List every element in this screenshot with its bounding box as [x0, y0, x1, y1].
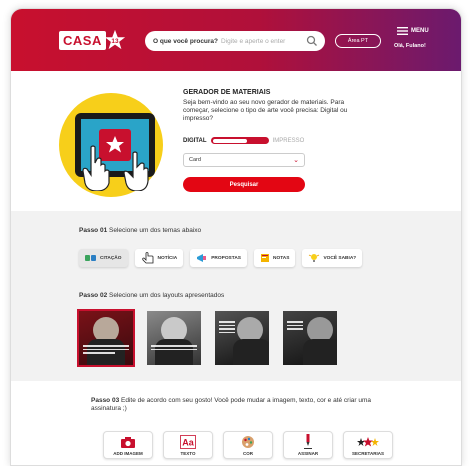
- tool-label: ADD IMAGEM: [113, 450, 143, 456]
- topic-voce-sabia[interactable]: VOCÊ SABIA?: [302, 249, 363, 267]
- hand-icon: [123, 151, 149, 191]
- lightbulb-icon: [309, 254, 320, 262]
- text-icon: Aa: [180, 434, 196, 449]
- search-input[interactable]: Digite e aperte o enter: [221, 38, 285, 45]
- step1-label: Passo 01: [79, 227, 108, 234]
- step2-label: Passo 02: [79, 292, 108, 299]
- format-toggle[interactable]: [210, 137, 269, 144]
- topics-list: CITAÇÃO NOTÍCIA PROPOSTAS NOTAS VOCÊ SAB…: [79, 249, 363, 267]
- camera-icon: [121, 436, 135, 448]
- hand-icon: [82, 145, 110, 191]
- topic-label: NOTÍCIA: [157, 255, 178, 261]
- format-toggle-row: DIGITAL IMPRESSO: [183, 137, 304, 144]
- art-type-select[interactable]: Card ⌄: [183, 153, 305, 167]
- secretarias-button[interactable]: SECRETARIAS: [343, 431, 393, 459]
- add-image-button[interactable]: ADD IMAGEM: [103, 431, 153, 459]
- generator-section: GERADOR DE MATERIAIS Seja bem-vindo ao s…: [11, 71, 461, 211]
- layout-option-3[interactable]: [215, 311, 269, 365]
- tool-label: SECRETARIAS: [352, 450, 384, 456]
- step3-heading: Passo 03 Edite de acordo com seu gosto! …: [91, 397, 381, 414]
- step1-text: Selecione um dos temas abaixo: [109, 227, 202, 234]
- step2-heading: Passo 02 Selecione um dos layouts aprese…: [79, 292, 224, 299]
- text-button[interactable]: Aa TEXTO: [163, 431, 213, 459]
- topic-label: VOCÊ SABIA?: [323, 255, 357, 261]
- topic-label: NOTAS: [273, 255, 290, 261]
- toggle-label-digital[interactable]: DIGITAL: [183, 138, 207, 144]
- menu-label: MENU: [411, 28, 429, 34]
- topic-propostas[interactable]: PROPOSTAS: [190, 249, 247, 267]
- step3-text: Edite de acordo com seu gosto! Você pode…: [91, 397, 372, 413]
- step3-section: Passo 03 Edite de acordo com seu gosto! …: [11, 381, 461, 465]
- area-pt-button[interactable]: Área PT: [335, 34, 381, 48]
- palette-icon: [242, 435, 254, 448]
- pesquisar-button[interactable]: Pesquisar: [183, 177, 305, 192]
- topic-label: PROPOSTAS: [211, 255, 241, 261]
- star-icon: 13: [104, 29, 125, 50]
- toggle-label-impresso[interactable]: IMPRESSO: [273, 138, 305, 144]
- pen-icon: [304, 433, 312, 449]
- app-window: CASA 13 O que você procura? Digite e ape…: [10, 8, 462, 466]
- step2-text: Selecione um dos layouts apresentados: [109, 292, 225, 299]
- select-value: Card: [189, 157, 201, 163]
- tool-label: ASSINAR: [297, 450, 319, 456]
- megaphone-icon: [197, 254, 207, 262]
- step1-heading: Passo 01 Selecione um dos temas abaixo: [79, 227, 201, 234]
- stars-icon: [357, 436, 379, 446]
- color-button[interactable]: COR: [223, 431, 273, 459]
- tool-label: TEXTO: [180, 450, 196, 456]
- hamburger-icon: [397, 27, 408, 35]
- generator-description: Seja bem-vindo ao seu novo gerador de ma…: [183, 99, 348, 123]
- layouts-list: [77, 309, 337, 367]
- search-bar[interactable]: O que você procura? Digite e aperte o en…: [145, 31, 325, 51]
- logo-number: 13: [111, 38, 119, 45]
- menu-button[interactable]: MENU: [397, 27, 429, 35]
- topic-notas[interactable]: NOTAS: [254, 249, 296, 267]
- user-greeting[interactable]: Olá, Fulano!: [394, 43, 426, 49]
- note-icon: [261, 254, 269, 262]
- chevron-down-icon: ⌄: [293, 157, 299, 164]
- topic-label: CITAÇÃO: [100, 255, 122, 261]
- generator-title: GERADOR DE MATERIAIS: [183, 89, 271, 96]
- layout-option-2[interactable]: [147, 311, 201, 365]
- layout-option-1[interactable]: [77, 309, 135, 367]
- layout-option-4[interactable]: [283, 311, 337, 365]
- sign-button[interactable]: ASSINAR: [283, 431, 333, 459]
- logo-text: CASA: [59, 30, 106, 50]
- quote-icon: [85, 255, 96, 261]
- tool-label: COR: [243, 450, 253, 456]
- topic-noticia[interactable]: NOTÍCIA: [134, 249, 184, 267]
- casa13-logo[interactable]: CASA 13: [59, 29, 126, 51]
- topic-citacao[interactable]: CITAÇÃO: [79, 249, 128, 267]
- tools-list: ADD IMAGEM Aa TEXTO COR ASSINAR SECRETAR…: [103, 431, 393, 459]
- header: CASA 13 O que você procura? Digite e ape…: [11, 9, 461, 71]
- search-icon[interactable]: [306, 35, 318, 47]
- step3-label: Passo 03: [91, 397, 120, 404]
- pointer-hand-icon: [141, 252, 153, 264]
- svg-text:Aa: Aa: [182, 437, 194, 447]
- search-question: O que você procura?: [153, 37, 219, 45]
